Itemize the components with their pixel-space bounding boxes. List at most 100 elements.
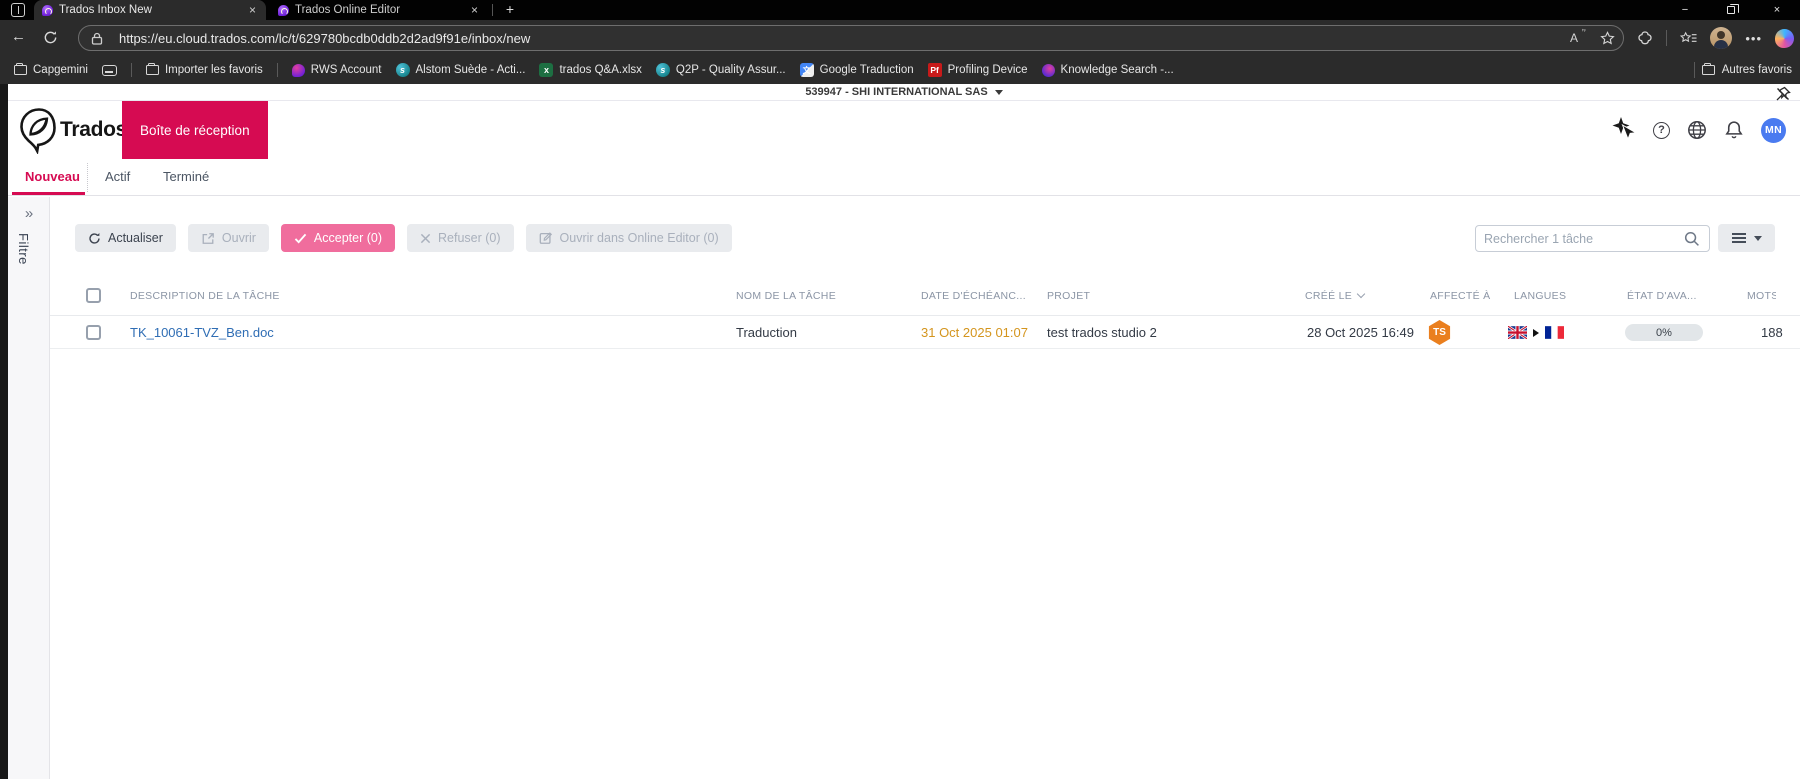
bookmark-separator — [276, 63, 278, 77]
user-avatar[interactable]: MN — [1761, 117, 1786, 143]
brand-name[interactable]: Trados — [60, 118, 127, 142]
excel-icon: x — [539, 63, 554, 77]
search-icon[interactable] — [1684, 231, 1700, 247]
col-created[interactable]: CRÉÉ LE — [1305, 289, 1366, 302]
browser-tab-trados-inbox[interactable]: Trados Inbox New × — [34, 0, 266, 20]
bookmarks-bar: Capgemini Importer les favoris RWS Accou… — [0, 56, 1800, 84]
sharepoint-icon: s — [655, 63, 670, 77]
notifications-bell-icon[interactable] — [1724, 120, 1744, 140]
bookmark-card[interactable] — [101, 64, 117, 76]
word-count-cell: 188 — [1761, 325, 1783, 340]
col-progress[interactable]: ÉTAT D'AVA... — [1627, 290, 1697, 302]
search-input[interactable] — [1476, 231, 1684, 246]
close-button[interactable]: × — [1754, 0, 1800, 20]
open-task-button[interactable]: Ouvrir — [187, 224, 269, 252]
divider — [1666, 30, 1668, 46]
view-options-button[interactable] — [1718, 224, 1775, 252]
bookmark-google-translate[interactable]: 文 Google Traduction — [799, 63, 914, 77]
browser-tabstrip: Trados Inbox New × Trados Online Editor … — [0, 0, 1800, 20]
active-tab-underline — [12, 192, 85, 195]
bookmark-q2p[interactable]: s Q2P - Quality Assur... — [655, 63, 786, 77]
task-description-link[interactable]: TK_10061-TVZ_Ben.doc — [130, 325, 274, 340]
uk-flag-icon — [1508, 326, 1527, 339]
help-icon[interactable]: ? — [1653, 121, 1670, 139]
window-controls: − × — [1662, 0, 1800, 20]
tab-actions-icon[interactable] — [11, 3, 25, 17]
col-due-date[interactable]: DATE D'ÉCHÉANC... — [921, 290, 1026, 302]
refresh-tasks-button[interactable]: Actualiser — [75, 224, 176, 252]
cursor-over-sparkle-icon[interactable] — [1610, 116, 1636, 144]
inbox-content: Actualiser Ouvrir Accepter (0) Refuser (… — [50, 197, 1800, 779]
left-edge-strip — [0, 84, 8, 779]
settings-more-icon[interactable]: ••• — [1745, 31, 1762, 46]
browser-essentials-icon[interactable] — [1637, 30, 1653, 46]
reject-task-button[interactable]: Refuser (0) — [407, 224, 514, 252]
minimize-button[interactable]: − — [1662, 0, 1708, 20]
col-task-name[interactable]: NOM DE LA TÂCHE — [736, 290, 836, 302]
list-view-icon — [1731, 237, 1746, 239]
bookmark-alstom[interactable]: s Alstom Suède - Acti... — [395, 63, 525, 77]
new-tab-button[interactable]: + — [500, 0, 520, 20]
inbox-button[interactable]: Boîte de réception — [122, 101, 268, 159]
toolbar-right-icons: ••• — [1637, 25, 1794, 51]
other-favorites[interactable]: Autres favoris — [1693, 56, 1792, 84]
task-table-header: DESCRIPTION DE LA TÂCHE NOM DE LA TÂCHE … — [50, 276, 1800, 316]
refresh-button[interactable] — [43, 30, 58, 45]
back-button[interactable]: ← — [11, 28, 26, 45]
inbox-nav-tabs: Nouveau Actif Terminé — [8, 159, 1800, 196]
url-text[interactable]: https://eu.cloud.trados.com/lc/t/629780b… — [119, 31, 1570, 46]
x-icon — [420, 233, 431, 243]
profile-avatar[interactable] — [1710, 27, 1733, 49]
favorites-bar-icon[interactable] — [1680, 31, 1697, 46]
tab-dotted-separator — [87, 163, 88, 192]
browser-toolbar: ← https://eu.cloud.trados.com/lc/t/62978… — [0, 20, 1800, 56]
account-bar[interactable]: 539947 - SHI INTERNATIONAL SAS — [8, 84, 1800, 101]
filter-label[interactable]: Filtre — [16, 233, 31, 265]
bookmark-profiling-device[interactable]: Pf Profiling Device — [927, 63, 1028, 77]
folder-icon — [14, 63, 27, 75]
tab-termine[interactable]: Terminé — [163, 159, 209, 195]
unpin-icon[interactable] — [1775, 86, 1791, 102]
expand-filter-icon[interactable]: » — [8, 205, 50, 222]
arrow-right-icon — [1533, 328, 1539, 337]
refresh-icon — [89, 232, 100, 244]
language-pair — [1508, 316, 1564, 349]
browser-tab-online-editor[interactable]: Trados Online Editor × — [270, 0, 488, 20]
sharepoint-icon: s — [395, 63, 410, 77]
trados-logo-icon — [20, 108, 56, 154]
tab-close-icon[interactable]: × — [247, 3, 258, 17]
progress-badge: 0% — [1625, 324, 1703, 341]
bookmark-capgemini[interactable]: Capgemini — [14, 63, 88, 76]
tab-actif[interactable]: Actif — [105, 159, 130, 195]
open-online-editor-button[interactable]: Ouvrir dans Online Editor (0) — [525, 224, 732, 252]
col-languages[interactable]: LANGUES — [1514, 290, 1566, 302]
bookmark-import-favorites[interactable]: Importer les favoris — [145, 63, 263, 76]
bookmark-rws-account[interactable]: RWS Account — [291, 63, 382, 77]
bookmark-knowledge-search[interactable]: Knowledge Search -... — [1041, 63, 1174, 77]
assignee-badge[interactable]: TS — [1428, 320, 1451, 345]
col-description[interactable]: DESCRIPTION DE LA TÂCHE — [130, 290, 280, 302]
bookmark-trados-qa[interactable]: x trados Q&A.xlsx — [539, 63, 642, 77]
col-project[interactable]: PROJET — [1047, 290, 1090, 302]
favorite-star-icon[interactable] — [1600, 30, 1615, 46]
read-aloud-icon[interactable]: A — [1570, 31, 1578, 45]
divider — [1693, 62, 1695, 78]
tab-close-icon[interactable]: × — [469, 3, 480, 17]
select-all-checkbox[interactable] — [86, 288, 101, 303]
accept-task-button[interactable]: Accepter (0) — [280, 224, 396, 252]
chevron-down-icon — [1753, 235, 1762, 241]
col-assigned[interactable]: AFFECTÉ À — [1430, 290, 1490, 302]
tab-separator — [492, 4, 493, 16]
col-words[interactable]: MOTS — [1747, 290, 1776, 302]
tab-title: Trados Inbox New — [59, 4, 152, 16]
address-bar[interactable]: https://eu.cloud.trados.com/lc/t/629780b… — [78, 25, 1624, 51]
restore-button[interactable] — [1708, 0, 1754, 20]
globe-language-icon[interactable] — [1687, 120, 1707, 140]
task-row[interactable]: TK_10061-TVZ_Ben.doc Traduction 31 Oct 2… — [50, 316, 1800, 349]
tab-title: Trados Online Editor — [295, 4, 401, 16]
row-checkbox[interactable] — [86, 325, 101, 340]
google-translate-icon: 文 — [799, 63, 814, 77]
due-date-cell: 31 Oct 2025 01:07 — [921, 325, 1028, 340]
copilot-icon[interactable] — [1775, 28, 1794, 48]
tab-nouveau[interactable]: Nouveau — [25, 159, 80, 195]
